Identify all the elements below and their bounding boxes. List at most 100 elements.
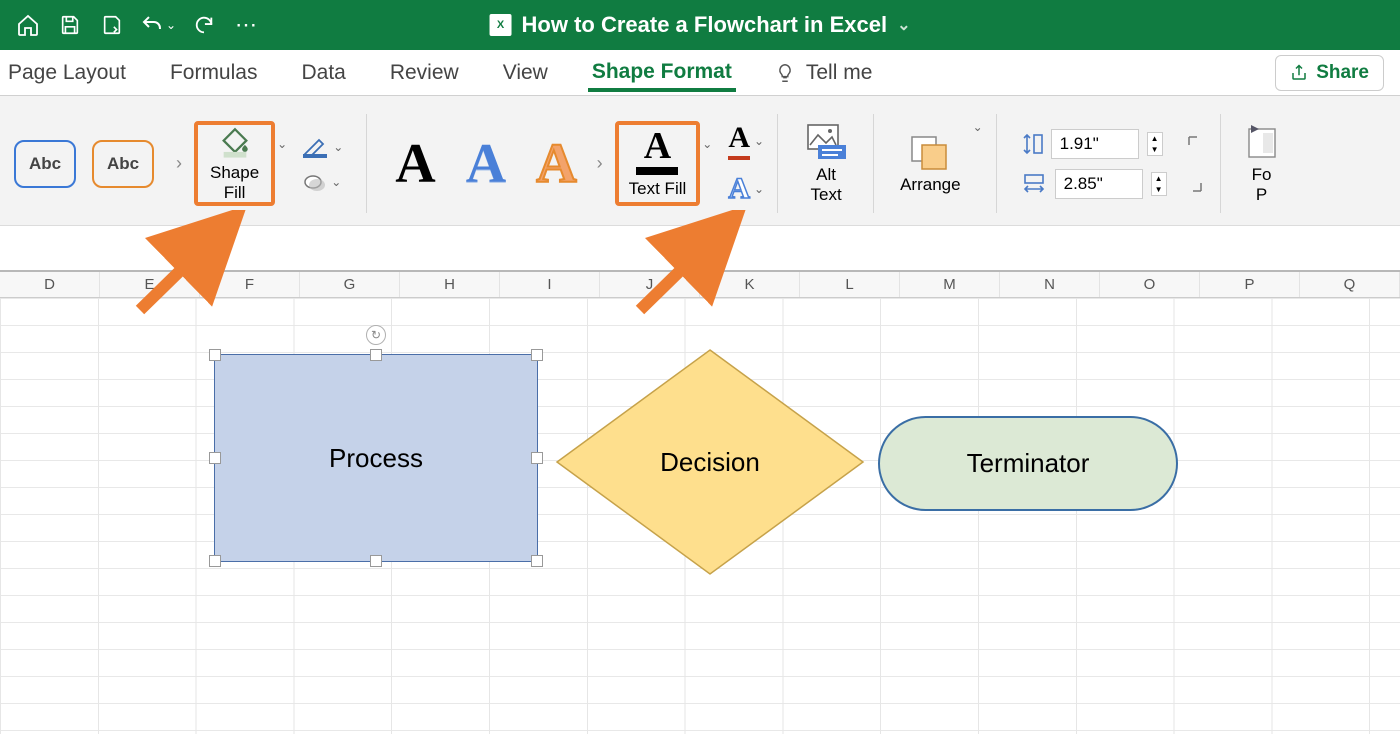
- alt-text-label: Alt Text: [810, 165, 841, 204]
- col-G[interactable]: G: [300, 272, 400, 297]
- shape-width-input[interactable]: [1055, 169, 1143, 199]
- home-icon[interactable]: [14, 11, 42, 39]
- text-fill-label: Text Fill: [629, 179, 687, 199]
- undo-icon[interactable]: ⌄: [140, 11, 176, 39]
- worksheet-grid[interactable]: Process ↻ Decision Terminator: [0, 298, 1400, 734]
- height-spinner[interactable]: ▲▼: [1147, 132, 1163, 156]
- arrange-icon: [908, 133, 952, 173]
- wordart-more-icon[interactable]: ›: [591, 153, 609, 174]
- excel-file-icon: X: [490, 14, 512, 36]
- shape-fill-caret[interactable]: ⌄: [277, 137, 287, 151]
- handle-tl[interactable]: [209, 349, 221, 361]
- title-dropdown-icon[interactable]: ⌄: [897, 15, 910, 35]
- col-O[interactable]: O: [1100, 272, 1200, 297]
- text-outline-icon: A: [728, 121, 750, 160]
- col-K[interactable]: K: [700, 272, 800, 297]
- shape-fill-label: Shape Fill: [210, 163, 259, 202]
- text-fill-swatch: [636, 167, 678, 175]
- arrange-button[interactable]: Arrange: [888, 133, 972, 195]
- tab-shape-format[interactable]: Shape Format: [588, 54, 736, 92]
- document-title: How to Create a Flowchart in Excel: [522, 12, 888, 38]
- handle-tm[interactable]: [370, 349, 382, 361]
- title-bar: ⌄ ⋯ X How to Create a Flowchart in Excel…: [0, 0, 1400, 50]
- col-P[interactable]: P: [1200, 272, 1300, 297]
- shape-styles-more[interactable]: ›: [170, 153, 188, 174]
- more-icon[interactable]: ⋯: [232, 11, 260, 39]
- wordart-style-2[interactable]: A: [466, 132, 506, 196]
- col-F[interactable]: F: [200, 272, 300, 297]
- title-center: X How to Create a Flowchart in Excel ⌄: [490, 12, 911, 38]
- ribbon: Abc Abc › Shape Fill ⌄ ⌄ ⌄ A A A › A Tex…: [0, 96, 1400, 226]
- text-effects-button[interactable]: A⌄: [728, 172, 764, 206]
- shape-style-2[interactable]: Abc: [92, 140, 154, 188]
- tab-review[interactable]: Review: [386, 55, 463, 91]
- save-icon[interactable]: [56, 11, 84, 39]
- width-spinner[interactable]: ▲▼: [1151, 172, 1167, 196]
- terminator-label: Terminator: [967, 448, 1090, 479]
- col-Q[interactable]: Q: [1300, 272, 1400, 297]
- tab-view[interactable]: View: [499, 55, 552, 91]
- handle-mr[interactable]: [531, 452, 543, 464]
- col-I[interactable]: I: [500, 272, 600, 297]
- autosave-icon[interactable]: [98, 11, 126, 39]
- arrange-caret[interactable]: ⌄: [973, 120, 983, 134]
- decision-label: Decision: [660, 447, 760, 478]
- column-headers: D E F G H I J K L M N O P Q: [0, 272, 1400, 298]
- share-icon: [1290, 64, 1308, 82]
- height-icon: [1021, 131, 1043, 157]
- pen-outline-icon: [303, 136, 329, 158]
- tab-formulas[interactable]: Formulas: [166, 55, 262, 91]
- tell-me[interactable]: Tell me: [774, 61, 873, 85]
- shape-width-row: ▲▼: [1021, 169, 1167, 199]
- tab-page-layout[interactable]: Page Layout: [4, 55, 130, 91]
- redo-icon[interactable]: [190, 11, 218, 39]
- crop-top-icon: [1187, 135, 1203, 151]
- col-J[interactable]: J: [600, 272, 700, 297]
- col-E[interactable]: E: [100, 272, 200, 297]
- col-D[interactable]: D: [0, 272, 100, 297]
- handle-tr[interactable]: [531, 349, 543, 361]
- shape-outline-button[interactable]: ⌄: [303, 136, 343, 158]
- formula-bar[interactable]: [0, 226, 1400, 272]
- format-pane-icon: [1247, 123, 1277, 163]
- handle-ml[interactable]: [209, 452, 221, 464]
- wordart-styles-group: A A A › A Text Fill ⌄ A⌄ A⌄: [367, 102, 778, 225]
- terminator-shape[interactable]: Terminator: [878, 416, 1178, 511]
- text-fill-caret[interactable]: ⌄: [702, 137, 712, 151]
- col-H[interactable]: H: [400, 272, 500, 297]
- handle-br[interactable]: [531, 555, 543, 567]
- text-effects-icon: A: [728, 172, 750, 206]
- width-icon: [1021, 173, 1047, 195]
- arrange-label: Arrange: [900, 175, 960, 195]
- alt-text-group: Alt Text: [778, 102, 874, 225]
- shape-height-input[interactable]: [1051, 129, 1139, 159]
- decision-shape[interactable]: Decision: [555, 348, 865, 576]
- handle-bm[interactable]: [370, 555, 382, 567]
- process-shape[interactable]: Process ↻: [214, 354, 538, 562]
- process-label: Process: [329, 443, 423, 474]
- crop-bottom-icon: [1187, 177, 1203, 193]
- shape-fill-button[interactable]: Shape Fill: [194, 121, 275, 206]
- alt-text-button[interactable]: Alt Text: [792, 123, 860, 204]
- rotate-handle[interactable]: ↻: [366, 325, 386, 345]
- share-button[interactable]: Share: [1275, 55, 1384, 91]
- text-outline-button[interactable]: A⌄: [728, 121, 764, 160]
- wordart-style-3[interactable]: A: [536, 132, 576, 196]
- alt-text-icon: [804, 123, 848, 163]
- shape-effects-button[interactable]: ⌄: [303, 172, 343, 192]
- shape-styles-group: Abc Abc › Shape Fill ⌄ ⌄ ⌄: [0, 102, 367, 225]
- arrange-group: Arrange ⌄: [874, 102, 997, 225]
- col-L[interactable]: L: [800, 272, 900, 297]
- wordart-style-1[interactable]: A: [395, 132, 435, 196]
- handle-bl[interactable]: [209, 555, 221, 567]
- format-pane-label: Fo P: [1252, 165, 1272, 204]
- shape-style-1[interactable]: Abc: [14, 140, 76, 188]
- tell-me-label: Tell me: [806, 61, 873, 85]
- ribbon-tabs: Page Layout Formulas Data Review View Sh…: [0, 50, 1400, 96]
- format-pane-group[interactable]: Fo P: [1221, 102, 1289, 225]
- tab-data[interactable]: Data: [297, 55, 349, 91]
- col-M[interactable]: M: [900, 272, 1000, 297]
- text-fill-button[interactable]: A Text Fill: [615, 121, 701, 207]
- paint-bucket-icon: [218, 125, 252, 159]
- col-N[interactable]: N: [1000, 272, 1100, 297]
